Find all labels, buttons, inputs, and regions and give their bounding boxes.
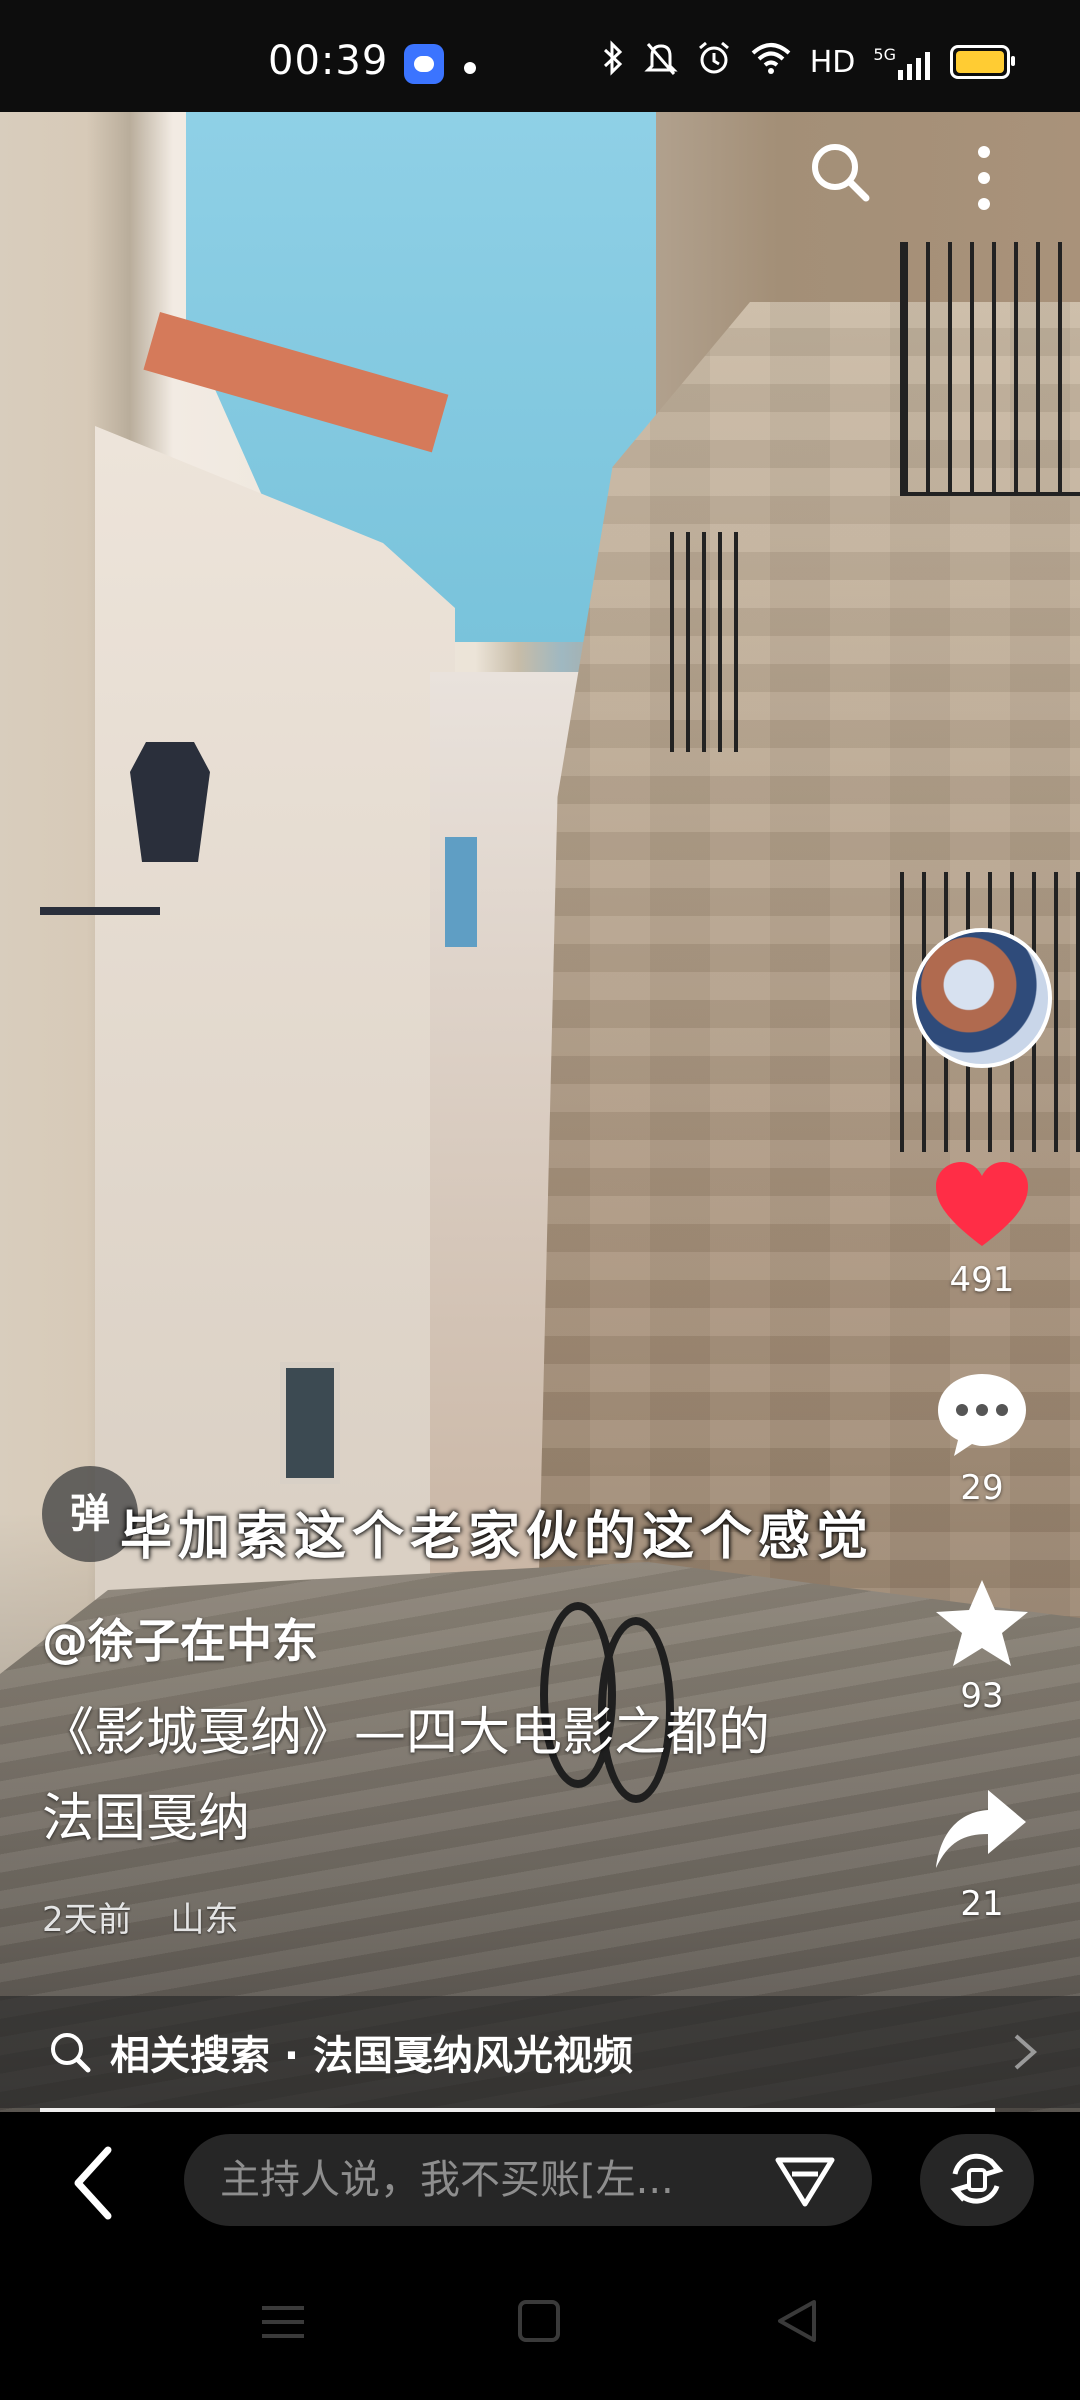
comment-count: 29 — [960, 1468, 1004, 1508]
balcony-railing-middle — [670, 532, 740, 752]
search-icon — [48, 2030, 92, 2074]
hd-label: HD — [809, 44, 856, 80]
screen-rotate-button[interactable] — [920, 2134, 1034, 2226]
status-time: 00:39 — [268, 38, 389, 84]
comment-icon — [932, 1368, 1032, 1468]
back-arrow-icon[interactable] — [64, 2138, 124, 2228]
wifi-icon — [750, 41, 792, 83]
send-icon[interactable] — [772, 2152, 838, 2210]
rotate-icon — [950, 2153, 1004, 2204]
comment-button[interactable]: 29 — [900, 1368, 1064, 1508]
comment-input[interactable]: 主持人说，我不买账[左... — [184, 2134, 872, 2226]
like-count: 491 — [949, 1260, 1015, 1300]
status-bar: 00:39 HD 5G — [0, 0, 1080, 112]
favorite-button[interactable]: 93 — [900, 1576, 1064, 1716]
video-subtitle: 毕加索这个老家伙的这个感觉 — [120, 1507, 875, 1567]
author-avatar[interactable] — [912, 928, 1052, 1068]
recent-apps-icon[interactable] — [260, 2302, 306, 2342]
favorite-count: 93 — [960, 1676, 1004, 1716]
network-type: 5G — [873, 45, 932, 80]
battery-icon — [950, 45, 1015, 79]
notification-dot-icon — [464, 62, 476, 74]
blue-shutter — [445, 837, 477, 947]
bluetooth-icon — [600, 40, 626, 84]
nav-back-icon[interactable] — [774, 2298, 818, 2344]
author-name[interactable]: @徐子在中东 — [42, 1605, 318, 1671]
chevron-right-icon — [1010, 2032, 1040, 2072]
post-location: 山东 — [170, 1900, 239, 1940]
search-icon[interactable] — [808, 140, 872, 204]
video-meta: 2天前 山东 — [42, 1892, 266, 1941]
window — [280, 1362, 340, 1484]
home-icon[interactable] — [518, 2300, 560, 2342]
status-icons: HD 5G — [600, 40, 1015, 84]
share-arrow-icon — [932, 1784, 1032, 1884]
share-button[interactable]: 21 — [900, 1784, 1064, 1924]
heart-icon — [932, 1160, 1032, 1260]
like-button[interactable]: 491 — [900, 1160, 1064, 1300]
related-search-bar[interactable]: 相关搜索 · 法国戛纳风光视频 — [0, 1996, 1080, 2108]
signal-icon — [898, 51, 930, 80]
app-badge-icon — [404, 44, 444, 84]
star-icon — [932, 1576, 1032, 1676]
related-search-text: 相关搜索 · 法国戛纳风光视频 — [110, 2033, 634, 2079]
more-options-icon[interactable] — [968, 142, 1000, 214]
post-time: 2天前 — [42, 1900, 132, 1940]
mute-icon — [644, 40, 678, 84]
share-count: 21 — [960, 1884, 1004, 1924]
balcony-railing — [900, 242, 1080, 496]
street-lamp-icon — [40, 722, 220, 915]
video-description[interactable]: 《影城戛纳》—四大电影之都的法国戛纳 — [42, 1690, 812, 1862]
alarm-icon — [696, 40, 732, 84]
